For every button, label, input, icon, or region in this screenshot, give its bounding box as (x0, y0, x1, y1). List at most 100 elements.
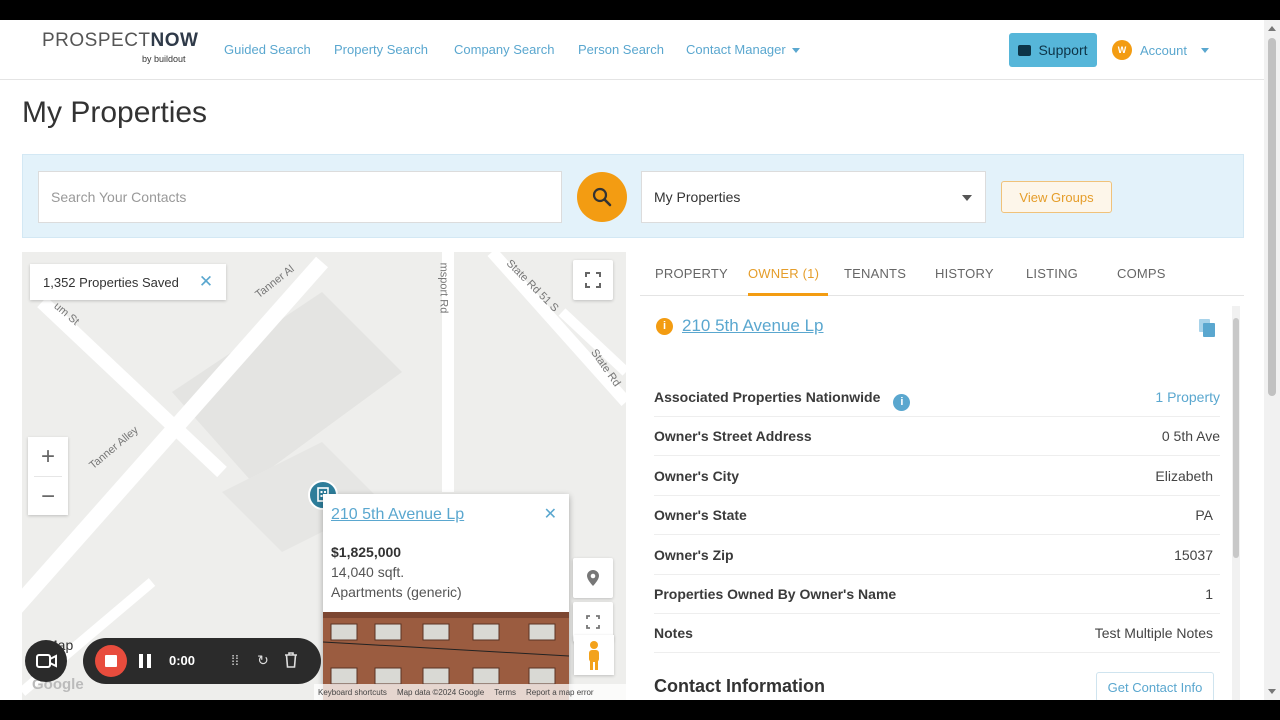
info-icon[interactable]: i (656, 317, 673, 335)
camera-button[interactable] (25, 640, 67, 682)
chevron-down-icon (791, 48, 800, 54)
active-tab-indicator (748, 293, 828, 296)
terms-link[interactable]: Terms (494, 688, 516, 697)
detail-row-notes: Notes Test Multiple Notes (654, 614, 1220, 653)
tab-listing[interactable]: LISTING (1026, 266, 1078, 281)
zoom-controls: + − (28, 437, 68, 515)
panel-scrollbar-thumb[interactable] (1233, 318, 1239, 558)
owner-name-link[interactable]: 210 5th Avenue Lp (682, 316, 824, 336)
support-label: Support (1038, 42, 1088, 58)
close-icon[interactable]: ✕ (199, 272, 213, 292)
detail-tabs: PROPERTY OWNER (1) TENANTS HISTORY LISTI… (640, 252, 1244, 296)
tab-history[interactable]: HISTORY (935, 266, 994, 281)
tab-owner[interactable]: OWNER (1) (748, 266, 819, 281)
page-scrollbar[interactable] (1264, 20, 1280, 700)
popup-sqft: 14,040 sqft. (331, 564, 405, 580)
expand-icon (586, 615, 600, 629)
account-label: Account (1140, 42, 1187, 58)
location-button[interactable] (573, 558, 613, 598)
search-input[interactable]: Search Your Contacts (38, 171, 562, 223)
detail-label: Associated Properties Nationwide (654, 389, 881, 405)
scroll-up-icon[interactable] (1268, 26, 1276, 31)
prospectnow-logo[interactable]: PROSPECTNOW by buildout (42, 30, 202, 70)
saved-properties-chip: 1,352 Properties Saved ✕ (30, 264, 226, 300)
detail-row-zip: Owner's Zip 15037 (654, 536, 1220, 575)
search-icon (592, 187, 612, 207)
nav-contact-manager[interactable]: Contact Manager (686, 42, 800, 57)
get-contact-info-button[interactable]: Get Contact Info (1096, 672, 1214, 700)
fullscreen-button[interactable] (573, 260, 613, 300)
associated-properties-link[interactable]: 1 Property (1155, 389, 1220, 405)
stop-recording-button[interactable] (95, 645, 127, 677)
top-navigation: PROSPECTNOW by buildout Guided Search Pr… (0, 20, 1264, 80)
close-icon[interactable]: ✕ (544, 504, 557, 524)
popup-title-link[interactable]: 210 5th Avenue Lp (331, 506, 464, 524)
nav-person-search[interactable]: Person Search (578, 42, 664, 57)
detail-label: Owner's Street Address (654, 428, 812, 444)
nav-guided-search[interactable]: Guided Search (224, 42, 311, 57)
popup-property-type: Apartments (generic) (331, 584, 462, 600)
camera-icon (36, 654, 57, 668)
copy-icon[interactable] (1198, 318, 1216, 338)
location-pin-icon (587, 570, 599, 586)
tab-comps[interactable]: COMPS (1117, 266, 1166, 281)
app-window: PROSPECTNOW by buildout Guided Search Pr… (0, 20, 1280, 700)
view-groups-button[interactable]: View Groups (1001, 181, 1112, 213)
restart-icon[interactable]: ↻ (255, 652, 271, 668)
tab-property[interactable]: PROPERTY (655, 266, 728, 281)
group-select[interactable]: My Properties (641, 171, 986, 223)
detail-row-city: Owner's City Elizabeth (654, 457, 1220, 496)
street-view-button[interactable] (574, 635, 614, 675)
group-select-value: My Properties (654, 189, 741, 205)
owner-detail-panel: PROPERTY OWNER (1) TENANTS HISTORY LISTI… (640, 252, 1244, 700)
detail-value: 1 (1205, 586, 1213, 602)
property-popup: 210 5th Avenue Lp ✕ $1,825,000 14,040 sq… (323, 494, 569, 700)
keyboard-shortcuts-link[interactable]: Keyboard shortcuts (318, 688, 387, 697)
map-data-text: Map data ©2024 Google (396, 687, 485, 697)
owner-header: i 210 5th Avenue Lp (656, 316, 824, 336)
search-button[interactable] (577, 172, 627, 222)
grid-icon[interactable]: ⁞⁞ (227, 652, 243, 668)
chevron-down-icon (962, 195, 972, 201)
fullscreen-icon (585, 272, 601, 288)
page-title: My Properties (22, 96, 208, 129)
contact-information-heading: Contact Information (654, 676, 825, 696)
detail-value: 15037 (1174, 547, 1213, 563)
map[interactable]: Tanner Al Tanner Alley msport Rd State R… (22, 252, 626, 700)
nav-company-search[interactable]: Company Search (454, 42, 554, 57)
detail-row-associated-properties: Associated Properties Nationwide i 1 Prop… (654, 378, 1220, 417)
trash-icon[interactable] (283, 652, 299, 668)
nav-property-search[interactable]: Property Search (334, 42, 428, 57)
popup-price: $1,825,000 (331, 544, 402, 560)
report-error-link[interactable]: Report a map error (526, 688, 594, 697)
zoom-in-button[interactable]: + (28, 437, 68, 476)
tab-tenants[interactable]: TENANTS (844, 266, 906, 281)
zoom-out-button[interactable]: − (28, 477, 68, 516)
scroll-down-icon[interactable] (1268, 689, 1276, 694)
info-icon[interactable]: i (893, 394, 911, 411)
detail-label: Notes (654, 625, 693, 641)
support-chat-icon (1018, 44, 1032, 56)
detail-label: Properties Owned By Owner's Name (654, 586, 897, 602)
pause-icon[interactable] (139, 654, 151, 668)
chevron-down-icon (1200, 47, 1209, 53)
detail-row-properties-owned: Properties Owned By Owner's Name 1 (654, 575, 1220, 614)
scrollbar-thumb[interactable] (1268, 38, 1276, 396)
account-menu[interactable]: W Account (1112, 40, 1209, 60)
recorder-controls: 0:00 ⁞⁞ ↻ (83, 638, 321, 684)
panel-scrollbar[interactable] (1232, 306, 1240, 700)
logo-text-light: PROSPECT (42, 30, 151, 51)
detail-value: PA (1195, 507, 1213, 523)
detail-label: Owner's State (654, 507, 747, 523)
street-label: msport Rd (437, 262, 450, 314)
support-button[interactable]: Support (1009, 33, 1097, 67)
screen-recorder-toolbar: 0:00 ⁞⁞ ↻ (25, 638, 321, 684)
detail-value: Test Multiple Notes (1094, 625, 1213, 641)
detail-value: 0 5th Ave (1161, 428, 1220, 444)
map-attribution: Keyboard shortcuts Map data ©2024 Google… (314, 684, 626, 700)
logo-text-bold: NOW (150, 30, 199, 51)
avatar: W (1112, 40, 1132, 60)
saved-count-label: 1,352 Properties Saved (43, 274, 179, 290)
detail-row-street-address: Owner's Street Address 0 5th Ave (654, 417, 1220, 456)
detail-value: Elizabeth (1155, 468, 1213, 484)
